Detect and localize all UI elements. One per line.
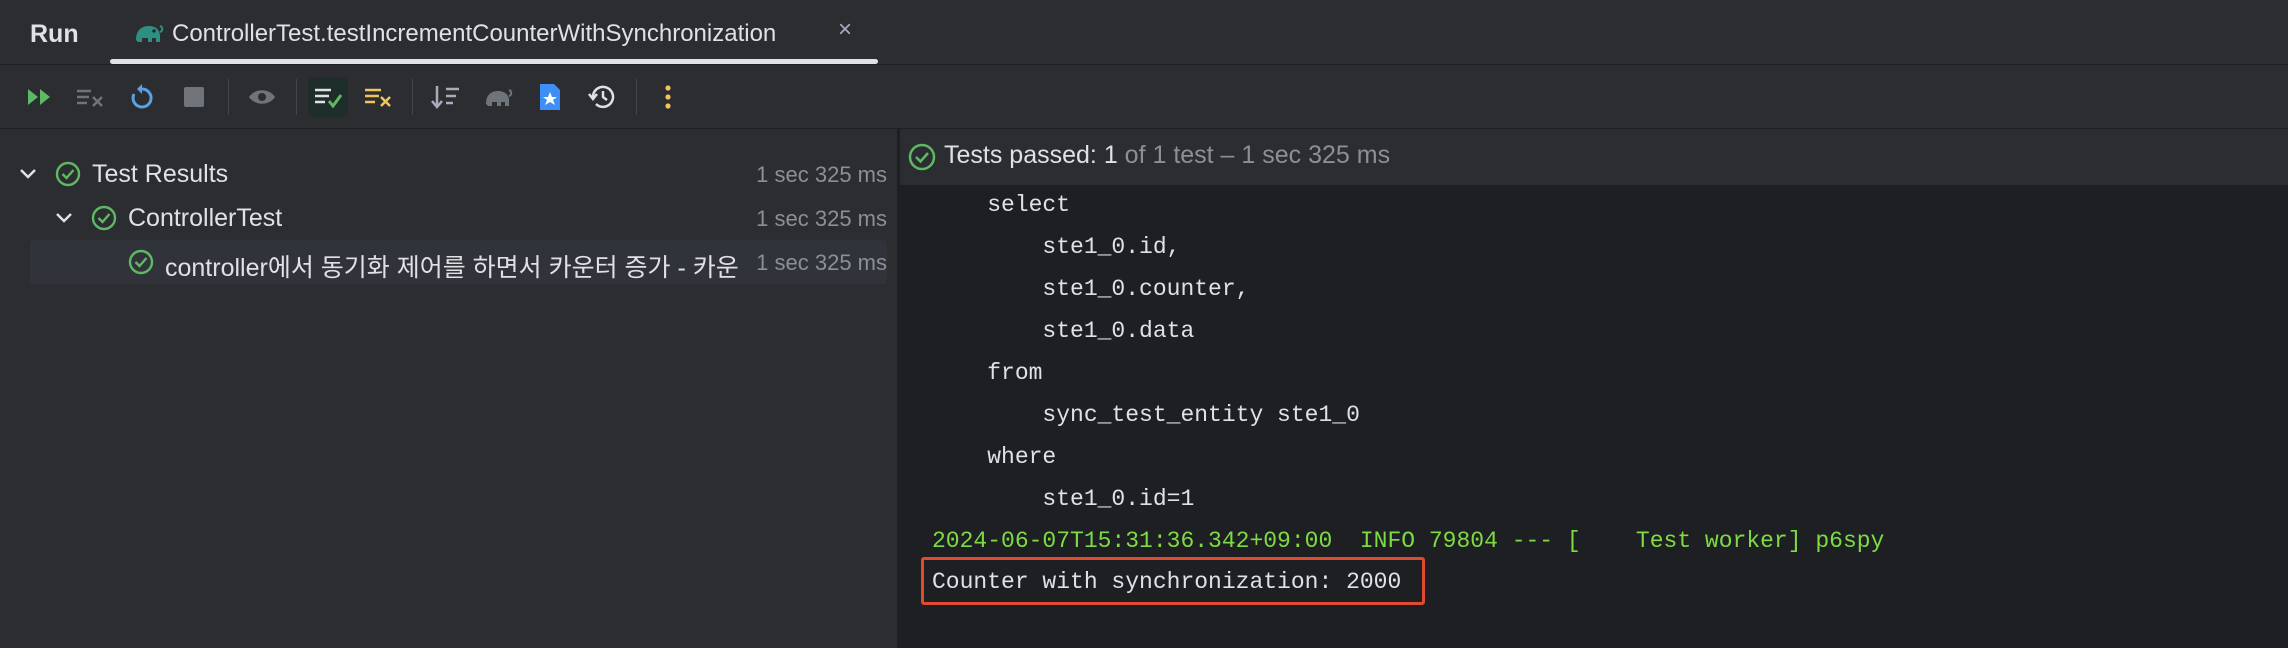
- run-tool-window-header: Run ControllerTest.testIncrementCounterW…: [0, 4, 2288, 65]
- rerun-failed-icon[interactable]: [70, 77, 110, 117]
- tree-label: ControllerTest: [128, 204, 283, 232]
- passed-check-icon: [908, 143, 936, 171]
- console-line: ste1_0.id,: [932, 234, 1181, 260]
- toolbar-separator: [412, 79, 413, 115]
- tree-node-class[interactable]: ControllerTest 1 sec 325 ms: [0, 196, 897, 240]
- passed-check-icon: [128, 249, 154, 275]
- console-line: sync_test_entity ste1_0: [932, 402, 1360, 428]
- status-passed-label: Tests passed:: [944, 141, 1097, 169]
- rerun-icon[interactable]: [122, 77, 162, 117]
- run-toolbar: [0, 65, 2288, 129]
- tree-label: Test Results: [92, 160, 229, 188]
- run-tab[interactable]: ControllerTest.testIncrementCounterWithS…: [110, 4, 878, 64]
- show-passed-toggle-icon[interactable]: [308, 77, 348, 117]
- console-line: ste1_0.data: [932, 318, 1195, 344]
- tree-node-method[interactable]: controller에서 동기화 제어를 하면서 카운터 증가 - 카운 1 s…: [30, 240, 887, 284]
- duration-label: 1 sec 325 ms: [756, 206, 887, 231]
- toolbar-separator: [228, 79, 229, 115]
- console-line: where: [932, 444, 1057, 470]
- sort-icon[interactable]: [426, 77, 466, 117]
- status-passed-count: 1: [1103, 141, 1118, 169]
- chevron-down-icon[interactable]: [52, 206, 76, 230]
- console-line: from: [932, 360, 1043, 386]
- history-icon[interactable]: [582, 77, 622, 117]
- tree-label: controller에서 동기화 제어를 하면서 카운터 증가 - 카운: [165, 254, 739, 282]
- more-options-icon[interactable]: [648, 77, 688, 117]
- run-label: Run: [30, 20, 79, 48]
- export-icon[interactable]: [530, 77, 570, 117]
- tab-close-button[interactable]: ×: [838, 16, 852, 44]
- console-result-line: Counter with synchronization: 2000: [932, 569, 1402, 595]
- status-detail: of 1 test – 1 sec 325 ms: [1124, 141, 1391, 169]
- console-panel: Tests passed: 1 of 1 test – 1 sec 325 ms…: [900, 129, 2288, 648]
- test-results-tree: Test Results 1 sec 325 ms ControllerTest…: [0, 129, 897, 648]
- passed-check-icon: [55, 161, 81, 187]
- gradle-icon[interactable]: [478, 77, 518, 117]
- passed-check-icon: [91, 205, 117, 231]
- tab-title: ControllerTest.testIncrementCounterWithS…: [172, 20, 777, 47]
- duration-label: 1 sec 325 ms: [756, 250, 887, 275]
- duration-label: 1 sec 325 ms: [756, 162, 887, 187]
- tree-node-root[interactable]: Test Results 1 sec 325 ms: [0, 152, 897, 196]
- console-line: ste1_0.id=1: [932, 486, 1195, 512]
- tab-active-indicator: [110, 59, 878, 64]
- show-ignored-icon[interactable]: [358, 77, 398, 117]
- show-passed-icon[interactable]: [242, 77, 282, 117]
- console-log-line: 2024-06-07T15:31:36.342+09:00 INFO 79804…: [932, 528, 1885, 554]
- status-text: Tests passed: 1 of 1 test – 1 sec 325 ms: [944, 141, 1390, 170]
- gradle-elephant-icon: [132, 18, 164, 48]
- chevron-down-icon[interactable]: [16, 162, 40, 186]
- rerun-all-icon[interactable]: [20, 77, 60, 117]
- console-line: ste1_0.counter,: [932, 276, 1250, 302]
- test-status-bar: Tests passed: 1 of 1 test – 1 sec 325 ms: [900, 129, 2288, 186]
- toolbar-separator: [296, 79, 297, 115]
- console-line: select: [932, 192, 1071, 218]
- toolbar-separator: [636, 79, 637, 115]
- stop-icon[interactable]: [174, 77, 214, 117]
